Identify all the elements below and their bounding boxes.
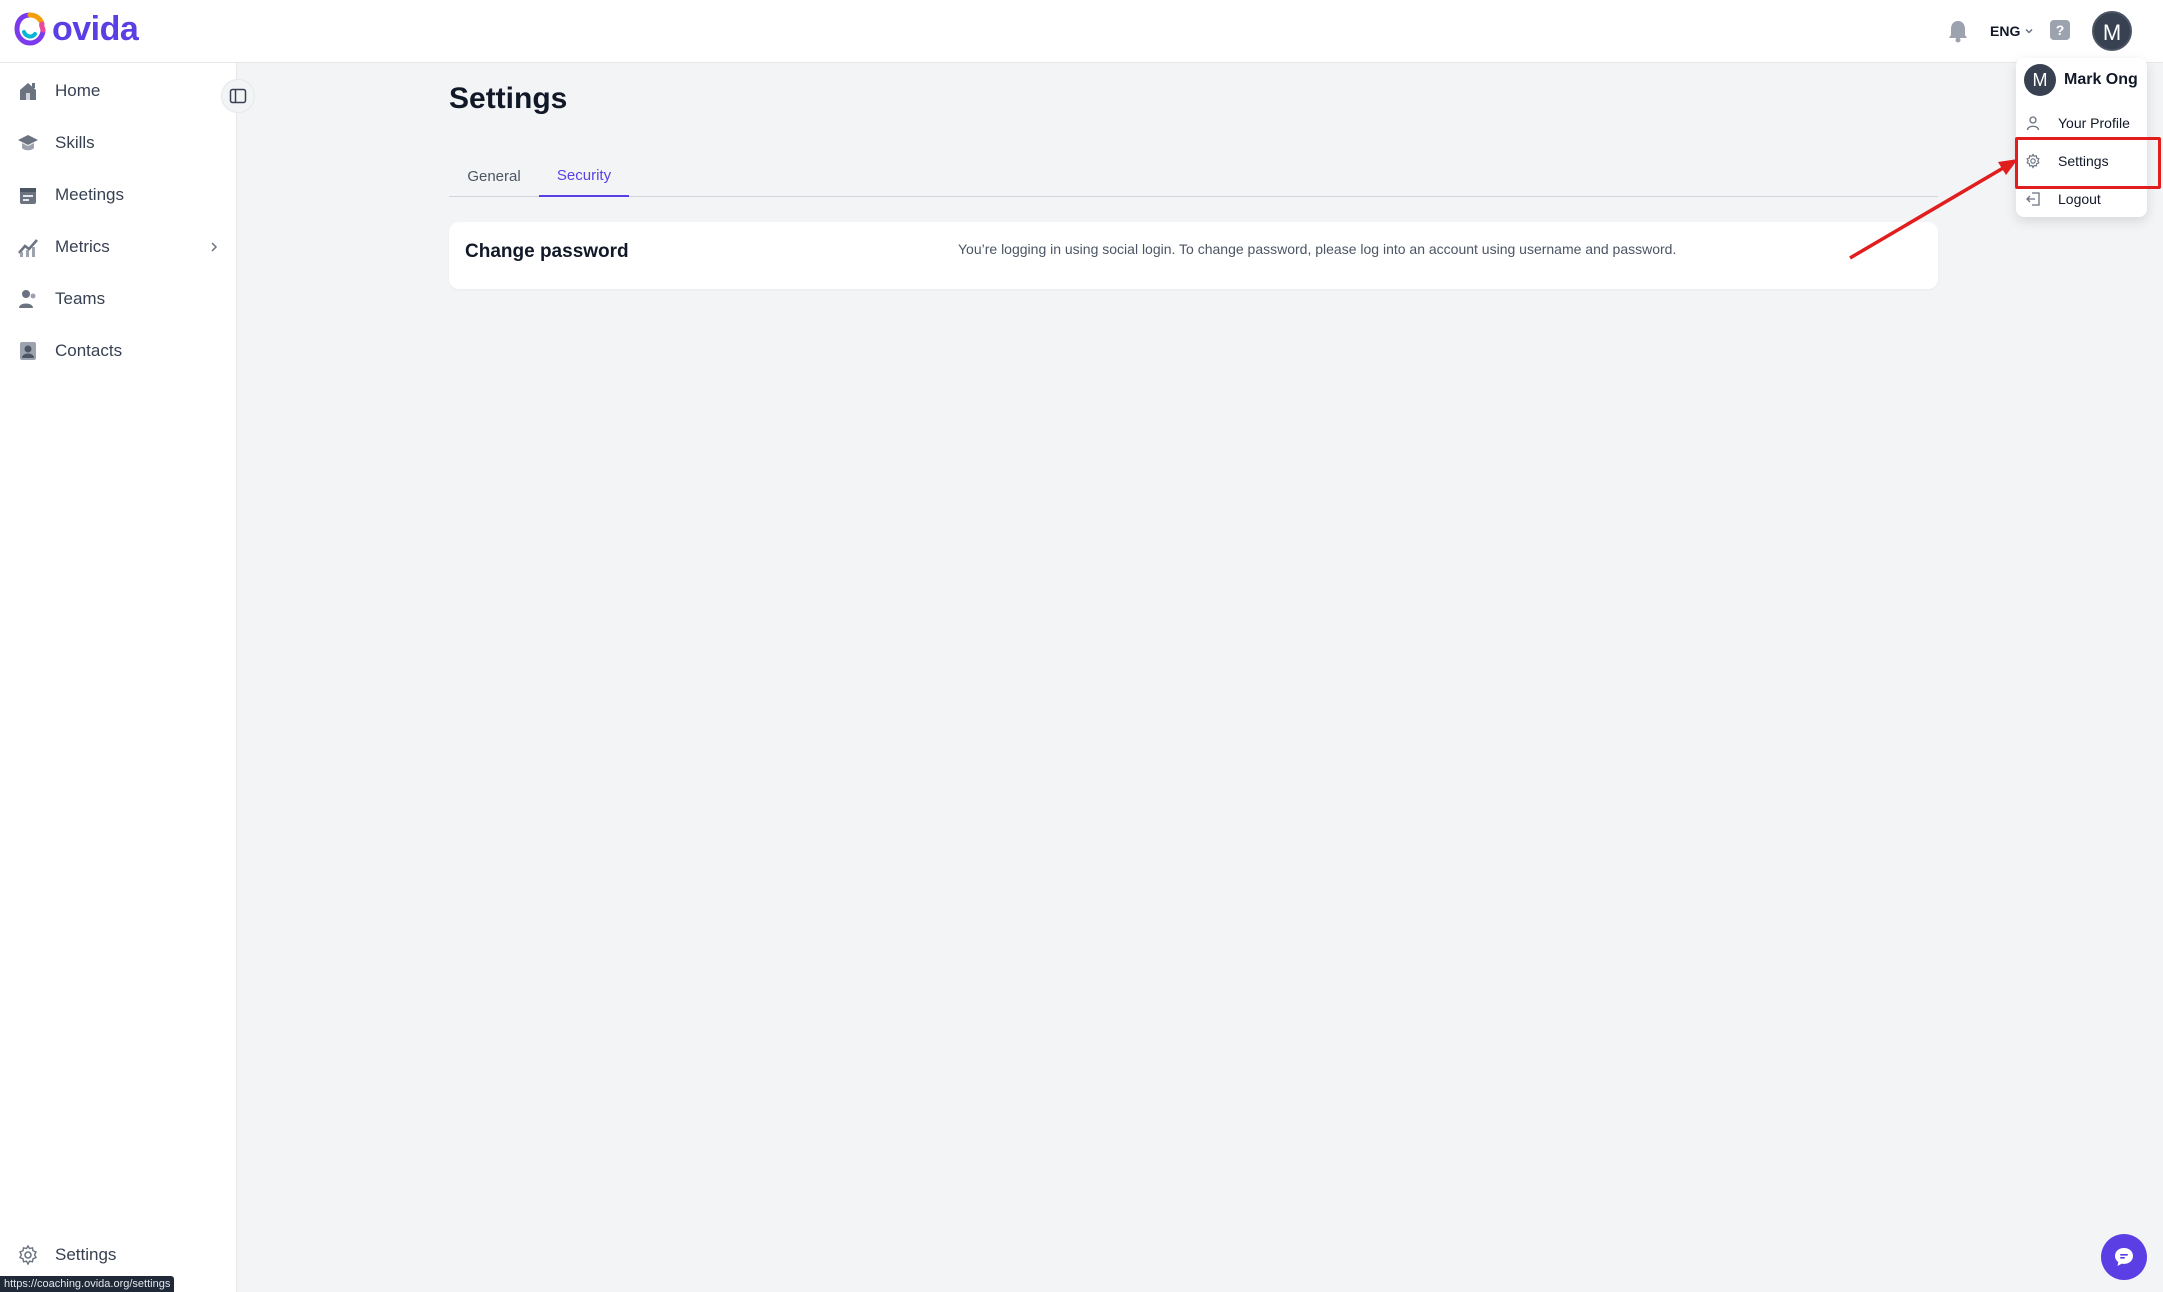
sidebar-toggle-icon xyxy=(229,88,247,104)
logo-text: ovida xyxy=(52,10,139,48)
sidebar-collapse-button[interactable] xyxy=(221,79,255,113)
menu-item-label: Your Profile xyxy=(2058,115,2130,131)
graduation-cap-icon xyxy=(16,131,40,155)
menu-item-your-profile[interactable]: Your Profile xyxy=(2016,106,2147,140)
sidebar-item-contacts[interactable]: Contacts xyxy=(0,329,236,373)
sidebar: Home Skills Meetings Metrics Teams Conta… xyxy=(0,63,237,1292)
gear-icon xyxy=(2024,152,2042,170)
contact-card-icon xyxy=(16,339,40,363)
sidebar-item-teams[interactable]: Teams xyxy=(0,277,236,321)
status-bar-url: https://coaching.ovida.org/settings xyxy=(0,1276,175,1292)
logo-mark-icon xyxy=(14,12,46,46)
help-icon[interactable]: ? xyxy=(2050,20,2070,40)
settings-tabs: General Security xyxy=(449,155,1938,197)
sidebar-item-label: Metrics xyxy=(55,237,110,256)
sidebar-item-label: Home xyxy=(55,81,101,100)
chevron-down-icon xyxy=(2025,28,2033,34)
sidebar-item-label: Teams xyxy=(55,289,106,308)
calendar-icon xyxy=(16,183,40,207)
sidebar-item-metrics[interactable]: Metrics xyxy=(0,225,236,269)
user-icon xyxy=(2024,114,2042,132)
bell-icon[interactable] xyxy=(1947,19,1969,43)
sidebar-item-label: Skills xyxy=(55,133,95,152)
tab-security[interactable]: Security xyxy=(539,155,629,197)
card-title: Change password xyxy=(465,241,629,262)
sidebar-item-settings[interactable]: Settings xyxy=(0,1233,236,1277)
change-password-card: Change password You’re logging in using … xyxy=(449,222,1938,289)
chat-bubble-icon xyxy=(2115,1248,2133,1266)
ovida-logo[interactable]: ovida xyxy=(14,10,139,48)
user-avatar-button[interactable]: M xyxy=(2092,11,2132,51)
language-label: ENG xyxy=(1990,23,2021,39)
page-title: Settings xyxy=(449,82,568,115)
social-login-message: You’re logging in using social login. To… xyxy=(958,241,1677,257)
sidebar-item-meetings[interactable]: Meetings xyxy=(0,173,236,217)
sidebar-item-label: Contacts xyxy=(55,341,123,360)
chart-icon xyxy=(16,235,40,259)
users-icon xyxy=(16,287,40,311)
menu-item-logout[interactable]: Logout xyxy=(2016,182,2147,216)
user-name: Mark Ong xyxy=(2064,71,2138,88)
home-icon xyxy=(16,79,40,103)
menu-item-label: Settings xyxy=(2058,153,2109,169)
menu-item-settings[interactable]: Settings xyxy=(2016,144,2147,178)
sidebar-item-skills[interactable]: Skills xyxy=(0,121,236,165)
user-menu-header: M Mark Ong xyxy=(2024,64,2138,96)
chevron-right-icon xyxy=(211,242,218,252)
sidebar-item-label: Meetings xyxy=(55,185,124,204)
menu-item-label: Logout xyxy=(2058,191,2101,207)
language-selector[interactable]: ENG xyxy=(1990,23,2034,39)
avatar: M xyxy=(2024,64,2056,96)
logout-icon xyxy=(2024,190,2042,208)
sidebar-item-label: Settings xyxy=(55,1245,117,1264)
user-menu: M Mark Ong Your Profile Settings Logout xyxy=(2016,58,2147,217)
gear-icon xyxy=(16,1243,40,1267)
sidebar-item-home[interactable]: Home xyxy=(0,69,236,113)
tab-general[interactable]: General xyxy=(449,155,539,197)
chat-support-button[interactable] xyxy=(2101,1234,2147,1280)
top-bar: ovida ENG ? M xyxy=(0,0,2163,63)
